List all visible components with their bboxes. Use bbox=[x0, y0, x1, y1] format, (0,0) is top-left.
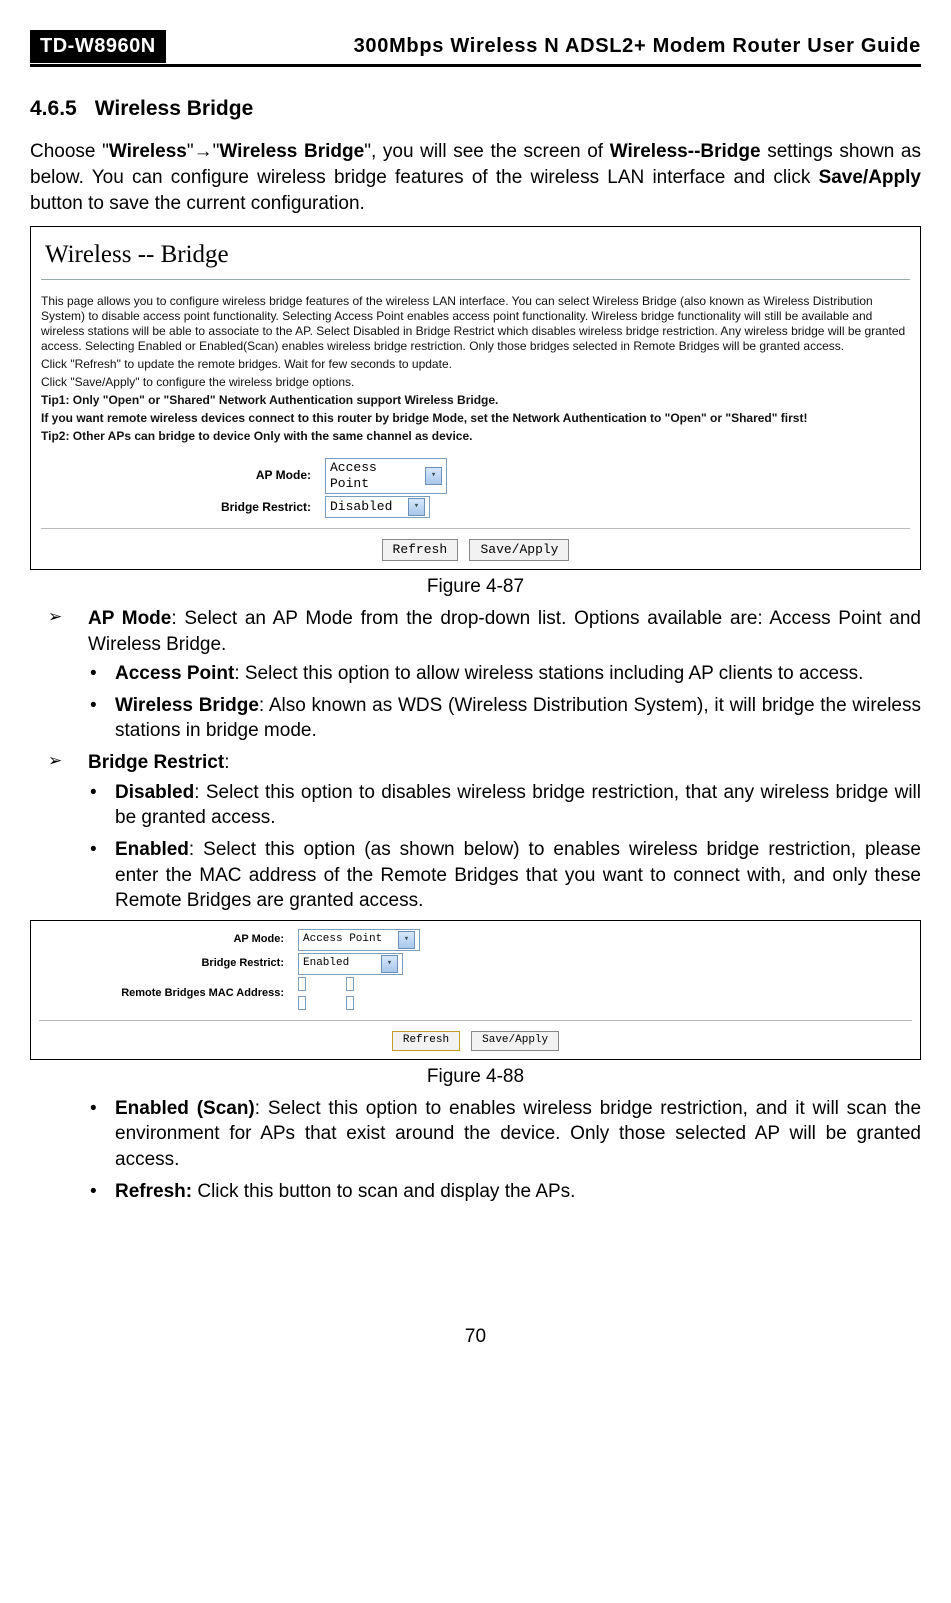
bold: Enabled (Scan) bbox=[115, 1098, 255, 1119]
outer-list: Bridge Restrict: bbox=[30, 750, 921, 776]
mac-input-3[interactable] bbox=[298, 996, 306, 1010]
bridge-restrict-row: Bridge Restrict: Enabled ▾ bbox=[39, 953, 912, 975]
divider bbox=[39, 1020, 912, 1021]
guide-title: 300Mbps Wireless N ADSL2+ Modem Router U… bbox=[166, 30, 921, 63]
ap-mode-select[interactable]: Access Point ▾ bbox=[325, 458, 447, 495]
figure-desc: Click "Save/Apply" to configure the wire… bbox=[41, 375, 910, 390]
bridge-restrict-label: Bridge Restrict: bbox=[39, 957, 298, 971]
divider bbox=[41, 528, 910, 529]
bold: Access Point bbox=[115, 663, 234, 684]
list-item: Disabled: Select this option to disables… bbox=[90, 780, 921, 831]
text: : Select this option (as shown below) to… bbox=[115, 839, 921, 911]
section-number: 4.6.5 bbox=[30, 97, 77, 120]
bridge-restrict-value: Enabled bbox=[303, 957, 349, 971]
figure-87-caption: Figure 4-87 bbox=[30, 574, 921, 600]
text: Choose " bbox=[30, 141, 109, 162]
bold: Disabled bbox=[115, 782, 194, 803]
bridge-restrict-row: Bridge Restrict: Disabled ▾ bbox=[41, 496, 910, 518]
figure-desc: This page allows you to configure wirele… bbox=[41, 294, 910, 354]
ap-mode-row: AP Mode: Access Point ▾ bbox=[39, 929, 912, 951]
text: : Select an AP Mode from the drop-down l… bbox=[88, 608, 921, 655]
text: Click this button to scan and display th… bbox=[192, 1181, 575, 1202]
mac-address-row: Remote Bridges MAC Address: bbox=[39, 977, 912, 1011]
figure-88-caption: Figure 4-88 bbox=[30, 1064, 921, 1090]
bold: Wireless bbox=[109, 141, 187, 162]
mac-input-1[interactable] bbox=[298, 977, 306, 991]
figure-title: Wireless -- Bridge bbox=[45, 239, 910, 270]
inner-list: Disabled: Select this option to disables… bbox=[30, 780, 921, 914]
divider bbox=[41, 279, 910, 280]
bold: AP Mode bbox=[88, 608, 171, 629]
section-heading: 4.6.5 Wireless Bridge bbox=[30, 95, 921, 123]
figure-buttons: Refresh Save/Apply bbox=[39, 1031, 912, 1051]
list-item: Access Point: Select this option to allo… bbox=[90, 661, 921, 687]
text: "→" bbox=[187, 141, 220, 162]
chevron-down-icon: ▾ bbox=[398, 931, 415, 949]
bold: Wireless Bridge bbox=[115, 695, 259, 716]
text: button to save the current configuration… bbox=[30, 193, 365, 214]
figure-tip: If you want remote wireless devices conn… bbox=[41, 411, 910, 426]
mac-inputs bbox=[298, 977, 354, 1011]
ap-mode-row: AP Mode: Access Point ▾ bbox=[41, 458, 910, 495]
bridge-restrict-select[interactable]: Enabled ▾ bbox=[298, 953, 403, 975]
inner-list: Access Point: Select this option to allo… bbox=[30, 661, 921, 744]
text: : Select this option to allow wireless s… bbox=[234, 663, 863, 684]
page-number: 70 bbox=[30, 1324, 921, 1350]
figure-87-box: Wireless -- Bridge This page allows you … bbox=[30, 226, 921, 570]
chevron-down-icon: ▾ bbox=[425, 467, 442, 485]
save-apply-button[interactable]: Save/Apply bbox=[469, 539, 569, 561]
save-apply-button[interactable]: Save/Apply bbox=[471, 1031, 559, 1051]
page-header: TD-W8960N 300Mbps Wireless N ADSL2+ Mode… bbox=[30, 30, 921, 67]
list-item: AP Mode: Select an AP Mode from the drop… bbox=[60, 606, 921, 657]
refresh-button[interactable]: Refresh bbox=[382, 539, 459, 561]
ap-mode-label: AP Mode: bbox=[41, 468, 325, 483]
section-title-text: Wireless Bridge bbox=[95, 97, 254, 120]
mac-address-label: Remote Bridges MAC Address: bbox=[39, 987, 298, 1001]
ap-mode-label: AP Mode: bbox=[39, 933, 298, 947]
bold: Bridge Restrict bbox=[88, 752, 224, 773]
inner-list: Enabled (Scan): Select this option to en… bbox=[30, 1096, 921, 1205]
list-item: Bridge Restrict: bbox=[60, 750, 921, 776]
bridge-restrict-value: Disabled bbox=[330, 499, 392, 515]
outer-list: AP Mode: Select an AP Mode from the drop… bbox=[30, 606, 921, 657]
figure-tip: Tip1: Only "Open" or "Shared" Network Au… bbox=[41, 393, 910, 408]
list-item: Enabled: Select this option (as shown be… bbox=[90, 837, 921, 914]
bold: Save/Apply bbox=[819, 167, 921, 188]
mac-input-2[interactable] bbox=[346, 977, 354, 991]
list-item: Refresh: Click this button to scan and d… bbox=[90, 1179, 921, 1205]
text: ", you will see the screen of bbox=[364, 141, 610, 162]
model-badge: TD-W8960N bbox=[30, 30, 166, 63]
bold: Wireless Bridge bbox=[219, 141, 364, 162]
chevron-down-icon: ▾ bbox=[408, 498, 425, 516]
intro-paragraph: Choose "Wireless"→"Wireless Bridge", you… bbox=[30, 139, 921, 216]
refresh-button[interactable]: Refresh bbox=[392, 1031, 460, 1051]
figure-desc: Click "Refresh" to update the remote bri… bbox=[41, 357, 910, 372]
ap-mode-value: Access Point bbox=[303, 933, 382, 947]
bold: Wireless--Bridge bbox=[610, 141, 761, 162]
ap-mode-value: Access Point bbox=[330, 460, 422, 493]
ap-mode-select[interactable]: Access Point ▾ bbox=[298, 929, 420, 951]
figure-tip: Tip2: Other APs can bridge to device Onl… bbox=[41, 429, 910, 444]
text: : bbox=[224, 752, 229, 773]
bold: Refresh: bbox=[115, 1181, 192, 1202]
figure-buttons: Refresh Save/Apply bbox=[41, 539, 910, 561]
bold: Enabled bbox=[115, 839, 189, 860]
list-item: Wireless Bridge: Also known as WDS (Wire… bbox=[90, 693, 921, 744]
chevron-down-icon: ▾ bbox=[381, 955, 398, 973]
list-item: Enabled (Scan): Select this option to en… bbox=[90, 1096, 921, 1173]
bridge-restrict-select[interactable]: Disabled ▾ bbox=[325, 496, 430, 518]
figure-88-box: AP Mode: Access Point ▾ Bridge Restrict:… bbox=[30, 920, 921, 1060]
text: : Select this option to disables wireles… bbox=[115, 782, 921, 829]
bridge-restrict-label: Bridge Restrict: bbox=[41, 500, 325, 515]
mac-input-4[interactable] bbox=[346, 996, 354, 1010]
